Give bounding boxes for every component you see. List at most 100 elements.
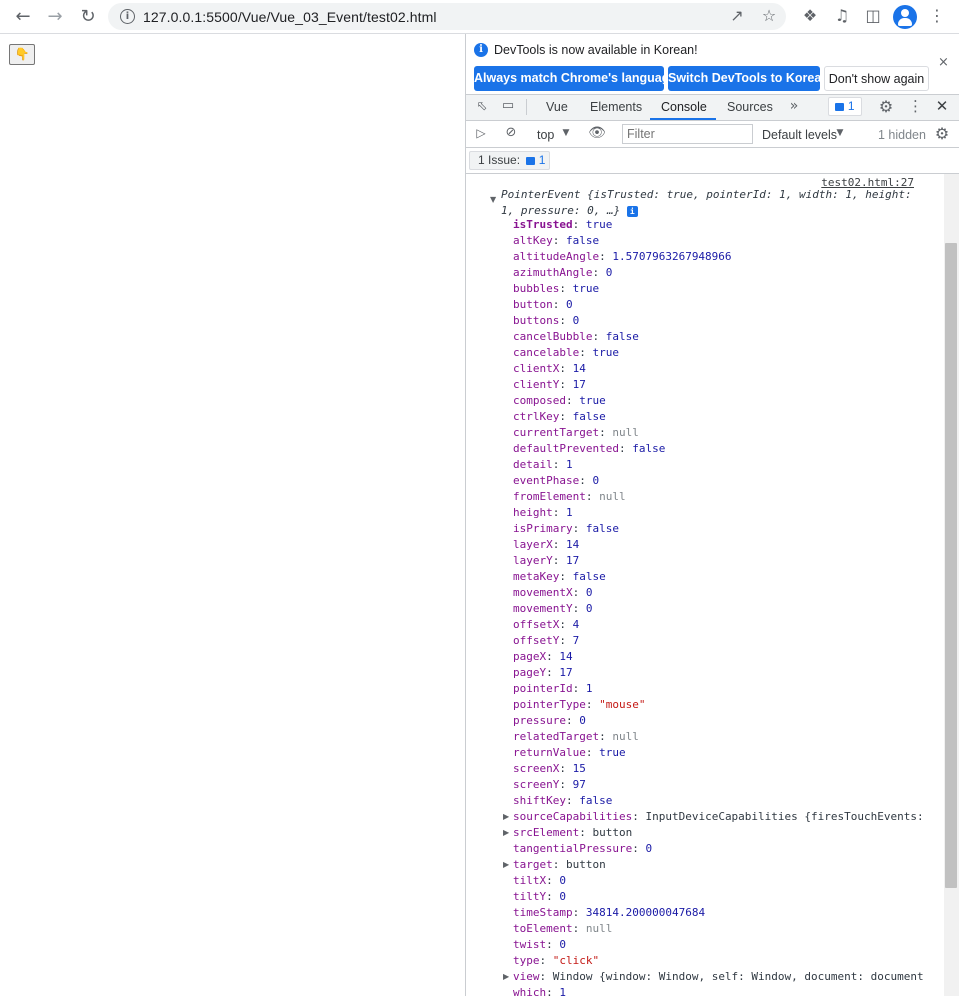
property-row[interactable]: srcElement: button [513,825,632,841]
sidebar-toggle-icon[interactable]: ▷ [473,126,489,140]
property-key: pointerId [513,682,573,695]
context-selector[interactable]: top [537,128,554,142]
property-key: pointerType [513,698,586,711]
property-value: 17 [572,378,586,391]
property-key: pressure [513,714,566,727]
console-settings-gear-icon[interactable]: ⚙ [933,124,951,143]
settings-gear-icon[interactable]: ⚙ [877,97,895,116]
tab-console[interactable]: Console [661,100,707,114]
property-key: clientY [513,378,560,391]
property-value: 1.5707963267948966 [612,250,732,263]
property-value: 1 [585,682,593,695]
switch-to-korean-button[interactable]: Switch DevTools to Korean [668,66,829,91]
property-key: composed [513,394,566,407]
property-row: pageY: 17 [513,666,573,679]
property-row: clientX: 14 [513,362,586,375]
property-value: false [585,522,619,535]
event-summary[interactable]: PointerEvent {isTrusted: true, pointerId… [501,187,921,219]
property-key: view [513,970,540,983]
infobar-message: DevTools is now available in Korean! [494,43,698,57]
property-key: buttons [513,314,560,327]
expand-triangle-icon[interactable]: ▶ [503,860,509,869]
tab-vue[interactable]: Vue [546,100,568,114]
info-icon: i [474,43,488,57]
property-row[interactable]: sourceCapabilities: InputDeviceCapabilit… [513,809,924,825]
property-value: 0 [566,298,573,311]
property-value: false [572,410,606,423]
back-icon[interactable]: ← [11,5,35,29]
property-row[interactable]: view: Window {window: Window, self: Wind… [513,969,924,985]
property-value: "click" [552,954,600,967]
property-key: cancelable [513,346,580,359]
collapse-triangle-icon[interactable]: ▼ [490,195,496,204]
issues-chip[interactable]: 1 Issue: 1 [469,151,550,170]
property-row: height: 1 [513,506,573,519]
property-row: layerY: 17 [513,554,580,567]
menu-icon[interactable]: ⋮ [927,6,947,26]
property-key: returnValue [513,746,586,759]
issues-counter-badge[interactable]: 1 [828,97,862,116]
property-value: true [585,218,613,231]
tab-elements[interactable]: Elements [590,100,642,114]
scrollbar-thumb[interactable] [945,243,957,888]
property-key: srcElement [513,826,580,839]
property-value: 17 [566,554,580,567]
property-key: pageY [513,666,547,679]
property-value: InputDeviceCapabilities {firesTouchEvent… [645,810,924,823]
inspect-element-icon[interactable]: ⬁ [474,99,490,114]
property-key: bubbles [513,282,560,295]
extensions-icon[interactable]: ❖ [800,6,820,26]
property-row: timeStamp: 34814.200000047684 [513,906,706,919]
profile-icon[interactable] [893,5,917,29]
property-value: true [599,746,626,759]
share-icon[interactable]: ↗ [727,6,747,26]
media-icon[interactable]: ♫ [832,6,852,26]
more-tabs-icon[interactable]: » [787,98,801,114]
clear-console-icon[interactable]: ⊘ [503,125,519,140]
property-row: altKey: false [513,234,600,247]
property-value: false [572,570,606,583]
expand-triangle-icon[interactable]: ▶ [503,812,509,821]
close-devtools-icon[interactable]: ✕ [934,97,950,115]
url-text[interactable]: 127.0.0.1:5500/Vue/Vue_03_Event/test02.h… [143,9,437,25]
property-value: false [566,234,600,247]
property-value: button [592,826,633,839]
active-tab-indicator [650,118,716,120]
live-expression-eye-icon[interactable]: 👁 [588,125,606,141]
console-filter-input[interactable] [622,124,753,144]
page-button[interactable]: 👇 [9,44,35,65]
property-value: 0 [585,602,593,615]
customize-menu-icon[interactable]: ⋮ [908,97,923,115]
property-row: pressure: 0 [513,714,586,727]
close-icon[interactable]: × [938,55,949,70]
property-key: which [513,986,547,999]
reload-icon[interactable]: ↻ [76,5,100,29]
always-match-language-button[interactable]: Always match Chrome's language [474,66,676,91]
property-value: null [612,426,639,439]
device-toolbar-icon[interactable]: ▭ [500,98,516,113]
property-row: isTrusted: true [513,218,613,231]
property-key: timeStamp [513,906,573,919]
expand-triangle-icon[interactable]: ▶ [503,972,509,981]
property-row: clientY: 17 [513,378,586,391]
property-row: tiltX: 0 [513,874,566,887]
property-row: movementX: 0 [513,586,593,599]
property-row: composed: true [513,394,606,407]
chevron-down-icon: ▼ [562,128,570,138]
property-row[interactable]: target: button [513,857,606,873]
property-key: pageX [513,650,547,663]
expand-triangle-icon[interactable]: ▶ [503,828,509,837]
tab-sources[interactable]: Sources [727,100,773,114]
profile-body-shape [898,18,912,26]
property-key: type [513,954,540,967]
site-info-icon[interactable]: i [120,9,135,24]
bookmark-star-icon[interactable]: ☆ [759,6,779,26]
property-key: currentTarget [513,426,600,439]
log-levels-dropdown[interactable]: Default levels [762,128,837,142]
property-key: button [513,298,553,311]
forward-icon[interactable]: → [43,5,67,29]
property-value: 0 [645,842,653,855]
side-panel-icon[interactable]: ◫ [863,6,883,26]
property-row: screenX: 15 [513,762,586,775]
dont-show-again-button[interactable]: Don't show again [824,66,929,91]
